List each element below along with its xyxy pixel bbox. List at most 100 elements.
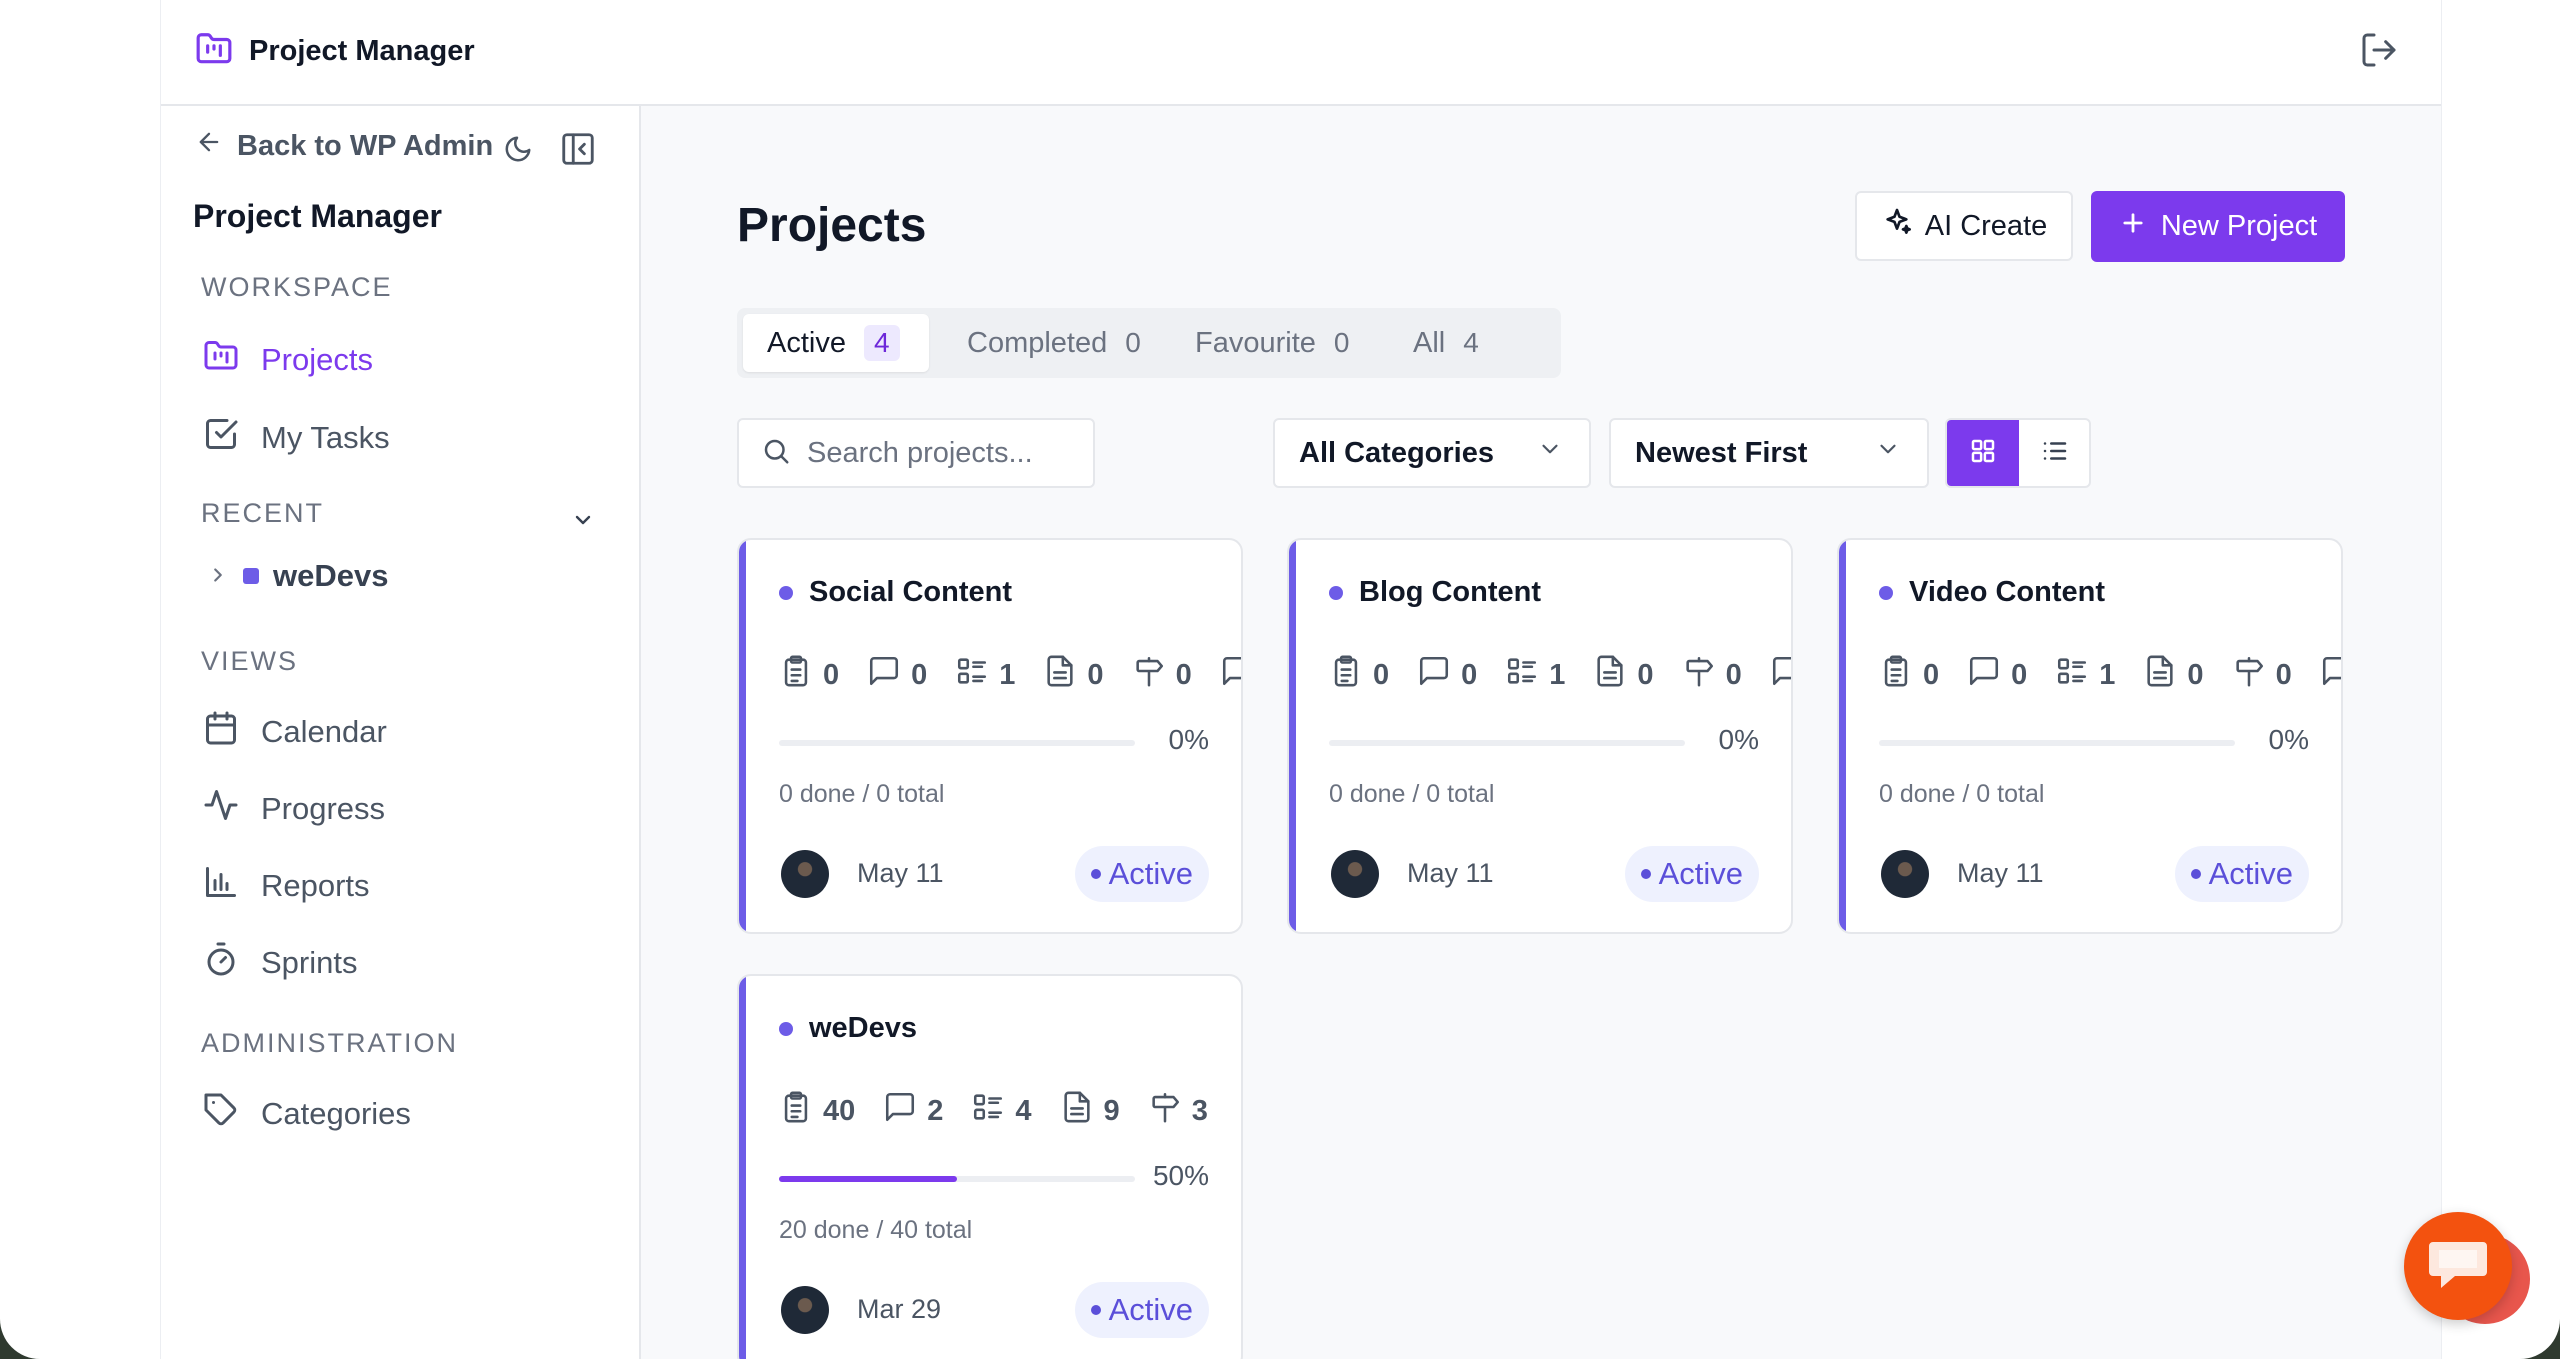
new-project-label: New Project <box>2160 210 2318 242</box>
signpost-icon <box>1132 654 1166 696</box>
tab-count: 0 <box>1125 327 1141 358</box>
stat-value: 0 <box>2187 658 2204 691</box>
app-window: Project Manager Back to WP Admin Project… <box>160 0 2442 1359</box>
stat-value: 40 <box>823 1094 856 1127</box>
sidebar-item-reports[interactable]: Reports <box>203 864 370 908</box>
avatar[interactable] <box>1881 850 1929 898</box>
sidebar-item-calendar[interactable]: Calendar <box>203 710 387 754</box>
tab-label: Completed <box>967 326 1108 359</box>
stat-comments: 0 <box>1967 654 2027 696</box>
status-badge: Active <box>1624 846 1759 902</box>
project-card-video-content[interactable]: Video Content 0 0 1 0 0 0% 0 done / 0 to… <box>1837 538 2343 934</box>
stat-value: 4 <box>1015 1094 1032 1127</box>
stat-value: 1 <box>2099 658 2116 691</box>
stat-value: 1 <box>1549 658 1566 691</box>
project-card-social-content[interactable]: Social Content 0 0 1 0 0 0% 0 done / 0 t… <box>737 538 1243 934</box>
stat-comments: 2 <box>883 1090 943 1132</box>
signpost-icon <box>1682 654 1716 696</box>
project-color-square <box>243 568 259 584</box>
app-title: Project Manager <box>249 35 475 67</box>
file-text-icon <box>1043 654 1077 696</box>
project-card-wedevs[interactable]: weDevs 40 2 4 9 3 50% 20 done / 40 total… <box>737 974 1243 1359</box>
search-icon <box>761 436 791 471</box>
sidebar-item-sprints[interactable]: Sprints <box>203 941 357 985</box>
collapse-sidebar-button[interactable] <box>559 130 597 173</box>
sidebar-item-label: Sprints <box>261 945 358 980</box>
avatar[interactable] <box>781 1286 829 1334</box>
avatar[interactable] <box>781 850 829 898</box>
card-date: May 11 <box>1407 858 1494 888</box>
sidebar-item-projects[interactable]: Projects <box>203 338 373 382</box>
logout-icon[interactable] <box>2359 30 2399 70</box>
browser-frame: Project Manager Back to WP Admin Project… <box>0 0 2560 1359</box>
card-date: May 11 <box>857 858 944 888</box>
card-date: May 11 <box>1957 858 2044 888</box>
card-title[interactable]: Social Content <box>779 576 1012 609</box>
administration-heading: ADMINISTRATION <box>201 1028 458 1058</box>
grid-view-button[interactable] <box>1947 420 2019 486</box>
sidebar-item-categories[interactable]: Categories <box>203 1092 411 1136</box>
search-input[interactable] <box>805 435 1089 471</box>
sidebar-item-label: Reports <box>261 868 370 903</box>
status-dot <box>1329 585 1343 600</box>
ai-create-label: AI Create <box>1924 209 2048 242</box>
folder-kanban-icon <box>203 338 239 382</box>
back-to-admin-link[interactable]: Back to WP Admin <box>195 128 493 164</box>
sidebar-title: Project Manager <box>193 198 442 234</box>
card-title[interactable]: weDevs <box>779 1012 917 1045</box>
new-project-button[interactable]: New Project <box>2091 191 2345 262</box>
badge-dot <box>2190 869 2201 879</box>
card-title-text: Video Content <box>1909 576 2106 608</box>
project-card-blog-content[interactable]: Blog Content 0 0 1 0 0 0% 0 done / 0 tot… <box>1287 538 1793 934</box>
card-title[interactable]: Video Content <box>1879 576 2105 609</box>
views-heading: VIEWS <box>201 646 299 676</box>
search-box[interactable] <box>737 418 1095 488</box>
signpost-icon <box>2232 654 2266 696</box>
stat-value: 0 <box>823 658 840 691</box>
tab-count: 0 <box>1333 327 1350 358</box>
sidebar-item-my-tasks[interactable]: My Tasks <box>203 416 390 460</box>
stat-value: 0 <box>1725 658 1742 691</box>
sidebar-item-progress[interactable]: Progress <box>203 787 385 831</box>
recent-item-label: weDevs <box>273 558 389 593</box>
dark-mode-toggle[interactable] <box>503 134 533 169</box>
status-dot <box>1879 585 1893 600</box>
done-summary: 0 done / 0 total <box>1879 780 2045 808</box>
recent-item-wedevs[interactable]: weDevs <box>207 558 388 594</box>
ai-create-button[interactable]: AI Create <box>1855 191 2073 261</box>
done-summary: 20 done / 40 total <box>779 1216 973 1244</box>
tab-active[interactable]: Active 4 <box>743 314 929 372</box>
chevron-right-icon[interactable] <box>207 558 229 594</box>
tab-completed[interactable]: Completed 0 <box>943 314 1165 372</box>
brand[interactable]: Project Manager <box>195 30 475 73</box>
list-view-button[interactable] <box>2019 420 2089 486</box>
category-select[interactable]: All Categories <box>1273 418 1591 488</box>
timer-icon <box>203 941 239 985</box>
workspace-heading: WORKSPACE <box>201 272 393 302</box>
stat-value: 0 <box>1923 658 1940 691</box>
list-icon <box>2040 436 2070 471</box>
avatar[interactable] <box>1331 850 1379 898</box>
activity-icon <box>203 787 239 831</box>
top-bar: Project Manager <box>161 0 2441 106</box>
sort-select[interactable]: Newest First <box>1609 418 1929 488</box>
sidebar-item-label: Categories <box>261 1096 411 1131</box>
message-square-icon <box>867 654 901 696</box>
stat-value: 1 <box>999 658 1016 691</box>
stat-lists: 1 <box>2055 654 2115 696</box>
tab-favourite[interactable]: Favourite 0 <box>1171 314 1373 372</box>
stat-milestones: 0 <box>1682 654 1742 696</box>
recent-toggle[interactable] <box>571 508 595 537</box>
sidebar-item-label: Projects <box>261 342 373 377</box>
status-tabs: Active 4 Completed 0 Favourite 0 All 4 <box>737 308 1561 378</box>
stat-tasks: 0 <box>1879 654 1939 696</box>
tab-all[interactable]: All 4 <box>1389 314 1503 372</box>
badge-label: Active <box>1108 856 1193 891</box>
stat-discussions <box>1770 654 1791 696</box>
clipboard-list-icon <box>779 654 813 696</box>
status-badge: Active <box>2174 846 2309 902</box>
stat-comments: 0 <box>867 654 927 696</box>
card-title[interactable]: Blog Content <box>1329 576 1541 609</box>
message-icon <box>2320 654 2341 696</box>
chat-widget-button[interactable] <box>2404 1212 2512 1320</box>
